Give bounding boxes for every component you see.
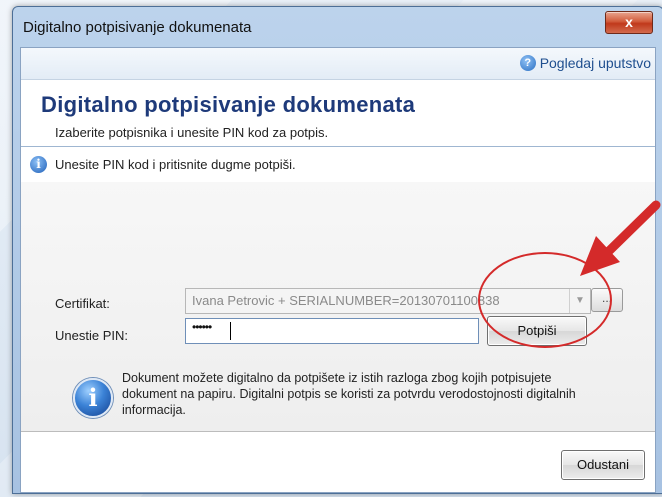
info-bar-text: Unesite PIN kod i pritisnite dugme potpi… xyxy=(55,157,296,172)
page-title: Digitalno potpisivanje dokumenata xyxy=(41,92,416,117)
page-subtitle: Izaberite potpisnika i unesite PIN kod z… xyxy=(55,125,329,140)
help-icon: ? xyxy=(519,55,536,71)
text-caret xyxy=(230,322,231,340)
info-bar: i Unesite PIN kod i pritisnite dugme pot… xyxy=(21,146,655,183)
close-button[interactable]: x xyxy=(605,11,653,34)
dialog-footer: Odustani xyxy=(21,431,655,492)
dialog-window: Digitalno potpisivanje dokumenata x ? Po… xyxy=(12,6,662,494)
help-bar: ? Pogledaj uputstvo xyxy=(21,48,655,80)
info-note-text: Dokument možete digitalno da potpišete i… xyxy=(122,371,576,417)
chevron-down-icon[interactable]: ▼ xyxy=(569,289,590,313)
sign-button[interactable]: Potpiši xyxy=(487,316,587,346)
help-link-label: Pogledaj uputstvo xyxy=(539,55,651,71)
certificate-select[interactable]: Ivana Petrovic + SERIALNUMBER=2013070110… xyxy=(185,288,591,314)
certificate-label: Certifikat: xyxy=(55,296,110,311)
cancel-button[interactable]: Odustani xyxy=(561,450,645,480)
window-title: Digitalno potpisivanje dokumenata xyxy=(23,19,252,36)
dialog-client-area: ? Pogledaj uputstvo Digitalno potpisivan… xyxy=(20,47,656,493)
pin-label: Unestie PIN: xyxy=(55,328,128,343)
help-link[interactable]: ? Pogledaj uputstvo xyxy=(519,55,651,71)
info-icon: i xyxy=(73,378,113,418)
pin-input[interactable]: •••••• xyxy=(185,318,479,344)
certificate-browse-button[interactable]: ... xyxy=(591,288,623,312)
form-area: Certifikat: Ivana Petrovic + SERIALNUMBE… xyxy=(21,182,655,432)
title-bar: Digitalno potpisivanje dokumenata x xyxy=(13,7,662,47)
pin-value: •••••• xyxy=(192,320,212,334)
info-icon: i xyxy=(30,156,47,173)
certificate-value: Ivana Petrovic + SERIALNUMBER=2013070110… xyxy=(192,293,500,308)
